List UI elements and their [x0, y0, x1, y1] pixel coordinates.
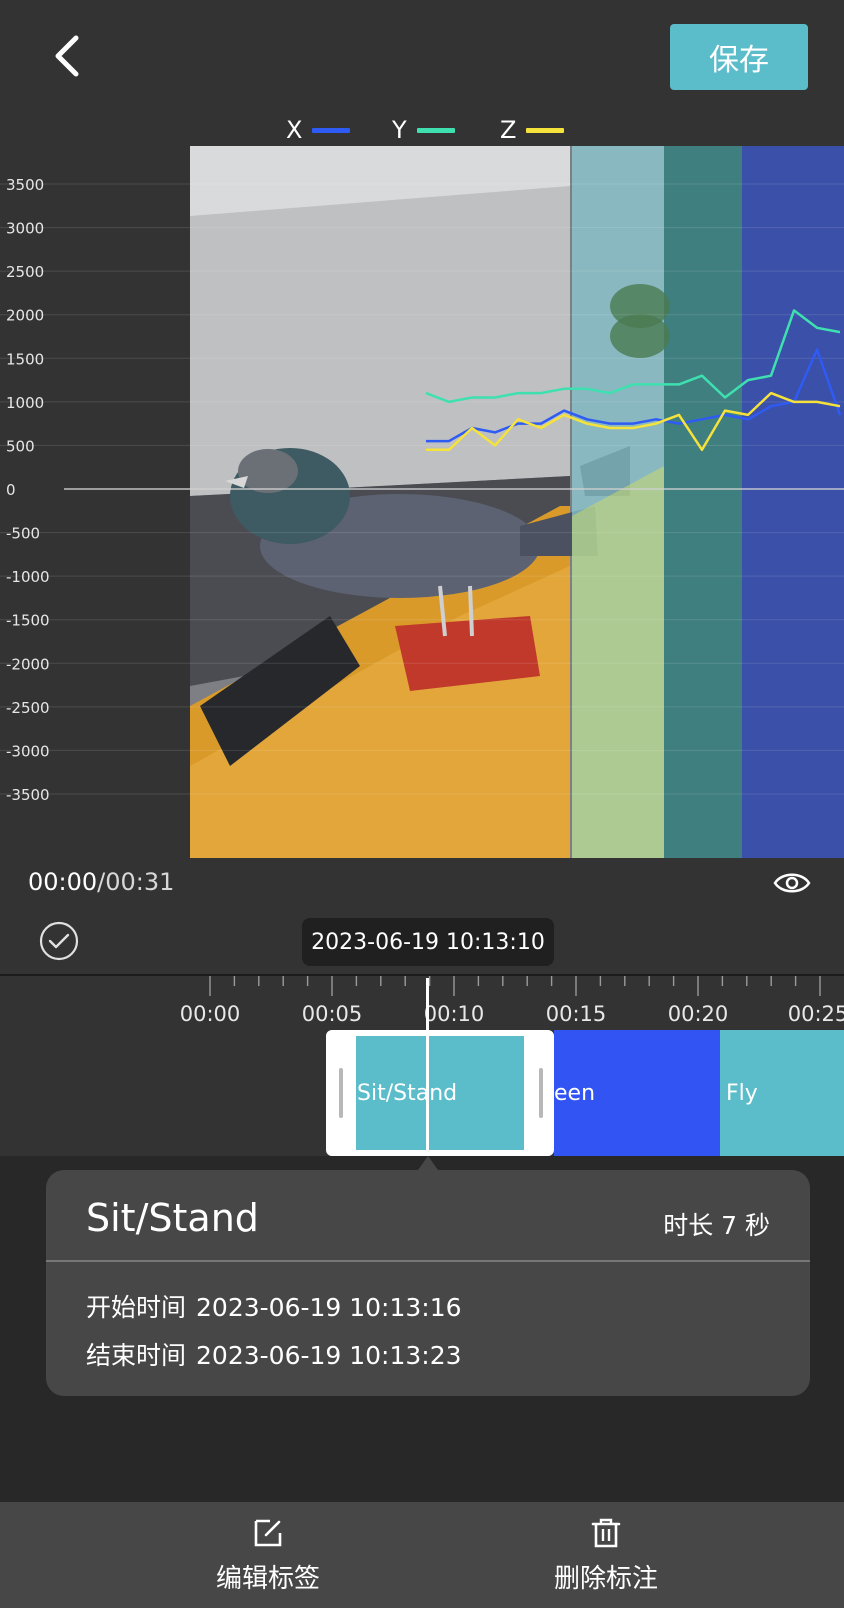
legend-label: Y — [392, 116, 407, 144]
card-pointer — [418, 1156, 438, 1170]
back-button[interactable] — [44, 32, 92, 80]
trim-handle-left[interactable] — [339, 1068, 343, 1118]
y-tick-label: 3500 — [6, 176, 44, 194]
legend-item-y: Y — [392, 112, 455, 148]
edit-label-text: 编辑标签 — [215, 1563, 320, 1594]
ruler-tick-label: 00:20 — [667, 1002, 729, 1026]
delete-label-text: 删除标注 — [553, 1563, 658, 1594]
visibility-toggle[interactable] — [772, 868, 812, 898]
ruler-tick-label: 00:25 — [787, 1002, 844, 1026]
annotation-title: Sit/Stand — [86, 1196, 259, 1240]
save-button[interactable]: 保存 — [670, 24, 808, 90]
y-tick-label: -2000 — [6, 655, 50, 673]
trim-handle-right[interactable] — [539, 1068, 543, 1118]
annotation-editor-screen: 保存 X Y Z 3500 3000 2500 2000 1500 1000 5… — [0, 0, 844, 1608]
legend-swatch — [526, 127, 565, 133]
chart-svg: 3500 3000 2500 2000 1500 1000 500 0 -500 -1000 -15… — [0, 146, 844, 858]
playhead[interactable] — [426, 978, 429, 1156]
start-time-value: 2023-06-19 10:13:16 — [196, 1293, 462, 1322]
y-tick-label: 1500 — [6, 350, 44, 368]
selected-segment-label: Sit/Stand — [357, 1030, 457, 1156]
y-tick-label: 0 — [6, 481, 16, 499]
segment-label: Fly — [726, 1080, 758, 1106]
y-tick-label: -3000 — [6, 742, 50, 760]
edit-icon — [254, 1519, 282, 1546]
legend-swatch — [416, 127, 455, 133]
current-timestamp: 2023-06-19 10:13:10 — [302, 918, 554, 966]
chevron-left-icon — [55, 35, 79, 77]
y-axis: 3500 3000 2500 2000 1500 1000 500 0 -500 -1000 -15… — [6, 176, 50, 804]
segment-preen[interactable]: een — [554, 1030, 720, 1156]
y-tick-label: 3000 — [6, 220, 44, 238]
y-tick-label: 1000 — [6, 394, 44, 412]
segment-label: Sit/Stand — [357, 1080, 458, 1106]
segment-fly[interactable]: Fly — [720, 1030, 844, 1156]
y-tick-label: -1000 — [6, 568, 50, 586]
trash-icon — [591, 1518, 621, 1547]
y-tick-label: -3500 — [6, 786, 50, 804]
annotation-info-card: Sit/Stand 时长 7 秒 开始时间 2023-06-19 10:13:16… — [46, 1170, 810, 1396]
card-divider — [46, 1260, 810, 1262]
delete-annotation-button[interactable]: 删除标注 — [496, 1502, 716, 1608]
bottom-toolbar: 编辑标签 删除标注 — [0, 1502, 844, 1608]
sensor-chart: 3500 3000 2500 2000 1500 1000 500 0 -500 -1000 -15… — [0, 146, 844, 858]
current-time: 00:00 — [28, 868, 98, 896]
ruler-tick-label: 00:15 — [545, 1002, 607, 1026]
legend-item-x: X — [286, 112, 351, 148]
y-tick-label: 2000 — [6, 307, 44, 325]
confirm-button[interactable] — [38, 920, 80, 962]
check-circle-icon — [39, 921, 79, 961]
legend-item-z: Z — [500, 112, 565, 148]
playback-time: 00:00/00:31 — [28, 868, 174, 896]
annotation-band — [742, 146, 844, 858]
end-time-value: 2023-06-19 10:13:23 — [196, 1341, 462, 1370]
legend-swatch — [312, 127, 351, 133]
end-time-label: 结束时间 — [86, 1341, 187, 1370]
ruler-tick-label: 00:05 — [301, 1002, 363, 1026]
annotation-band — [664, 146, 742, 858]
y-tick-label: -500 — [6, 525, 40, 543]
edit-label-button[interactable]: 编辑标签 — [158, 1502, 378, 1608]
total-time: /00:31 — [97, 868, 175, 896]
ruler-tick-label: 00:00 — [179, 1002, 241, 1026]
y-tick-label: 2500 — [6, 263, 44, 281]
ruler-tick-label: 00:10 — [423, 1002, 485, 1026]
legend-label: Z — [500, 116, 517, 144]
y-tick-label: -2500 — [6, 699, 50, 717]
segment-label: een — [554, 1080, 596, 1106]
timestamp-text: 2023-06-19 10:13:10 — [311, 929, 545, 955]
eye-icon — [773, 873, 811, 893]
start-time-label: 开始时间 — [86, 1293, 187, 1322]
start-time-row: 开始时间 2023-06-19 10:13:16 — [86, 1288, 462, 1324]
y-tick-label: -1500 — [6, 612, 50, 630]
y-tick-label: 500 — [6, 437, 35, 455]
legend-label: X — [286, 116, 303, 144]
end-time-row: 结束时间 2023-06-19 10:13:23 — [86, 1336, 462, 1372]
video-frame — [190, 146, 844, 858]
annotation-duration: 时长 7 秒 — [663, 1211, 770, 1240]
